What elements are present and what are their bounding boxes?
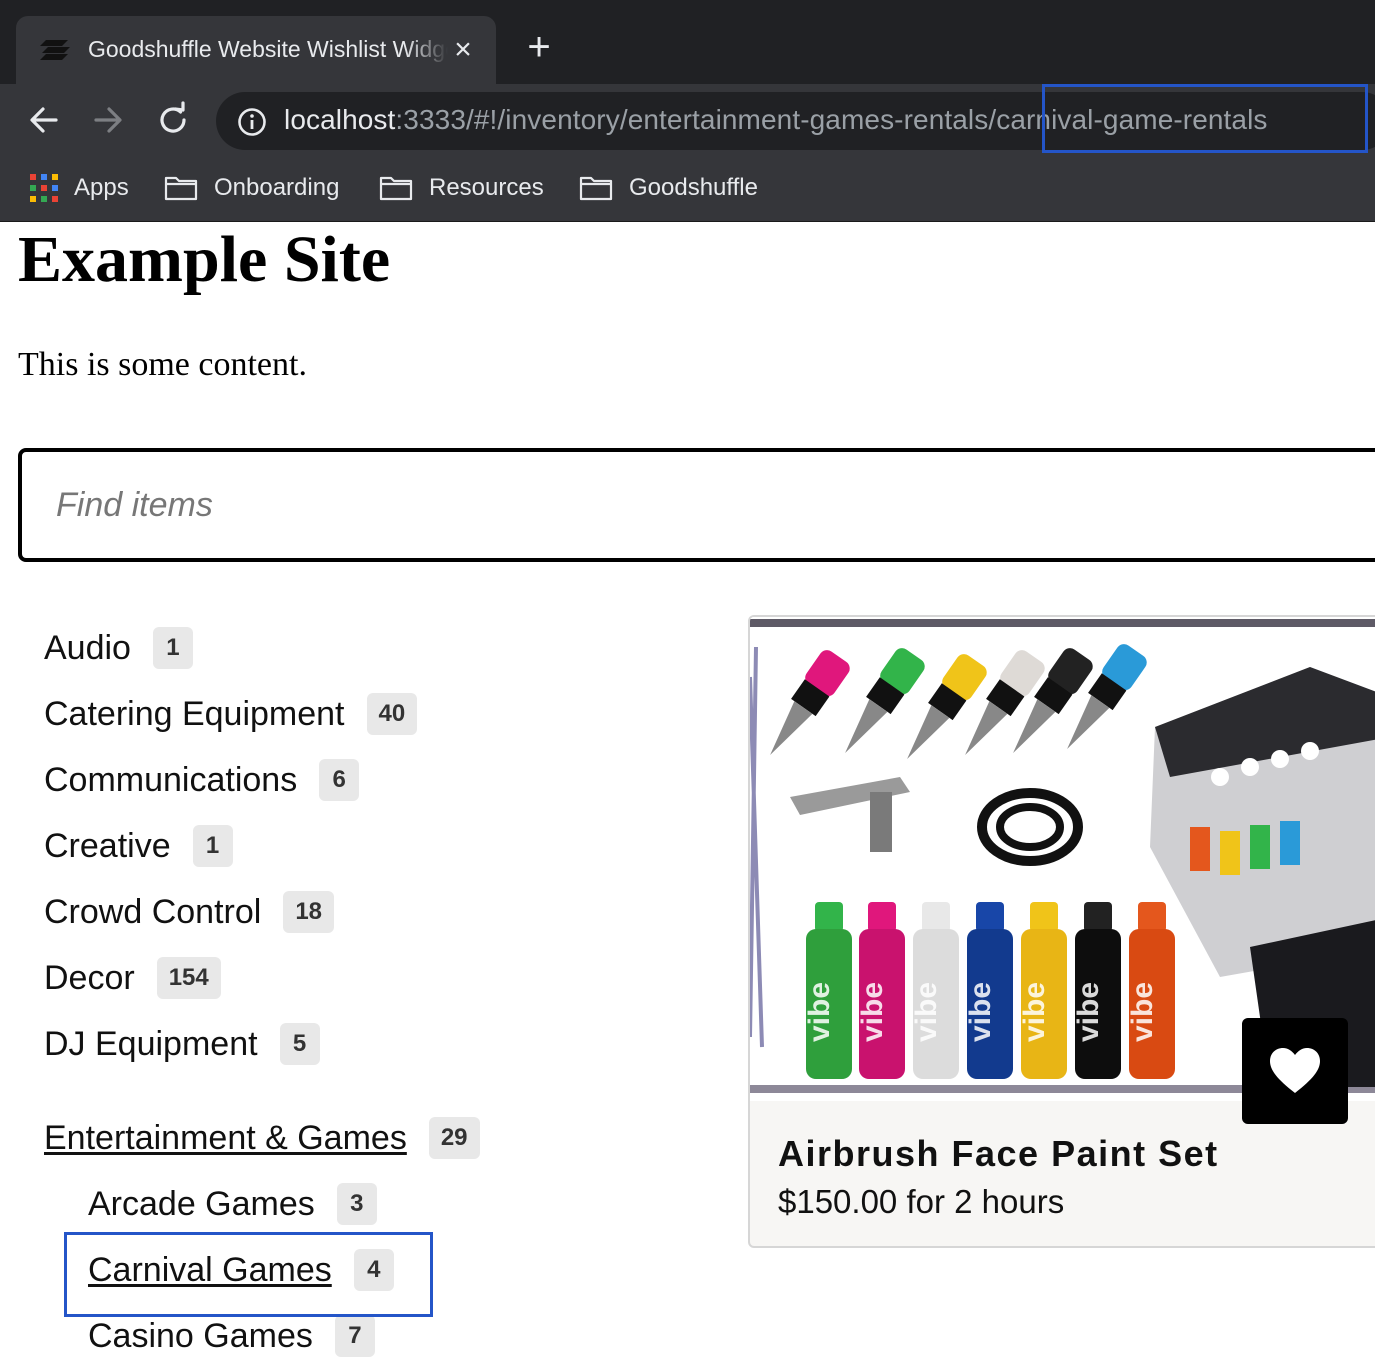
bottle-label: vibe xyxy=(1126,982,1159,1042)
category-audio[interactable]: Audio 1 xyxy=(44,624,193,672)
folder-icon xyxy=(379,176,413,201)
bookmarks-bar: Apps Onboarding Resources Goodshuffle xyxy=(0,156,1375,222)
category-creative[interactable]: Creative 1 xyxy=(44,822,233,870)
count-badge: 1 xyxy=(152,627,193,669)
search-box xyxy=(18,448,1375,562)
bottle-label: vibe xyxy=(1072,982,1105,1042)
tab-close-icon[interactable]: × xyxy=(448,35,478,66)
category-crowd-control[interactable]: Crowd Control 18 xyxy=(44,888,335,936)
product-card[interactable]: vibe vibe vibe vibe vibe vibe vibe Airbrush Fa… xyxy=(748,615,1375,1248)
folder-icon xyxy=(164,176,198,201)
category-label: Communications xyxy=(44,760,298,799)
category-highlight-box xyxy=(64,1232,433,1317)
bookmark-resources[interactable]: Resources xyxy=(379,172,544,204)
new-tab-button[interactable]: + xyxy=(522,27,556,67)
bookmark-label: Onboarding xyxy=(214,174,340,201)
search-input[interactable] xyxy=(56,452,1256,558)
count-badge: 7 xyxy=(334,1315,375,1357)
category-label: Entertainment & Games xyxy=(44,1118,407,1157)
count-badge: 18 xyxy=(283,891,335,933)
folder-icon xyxy=(579,176,613,201)
site-info-icon[interactable] xyxy=(236,106,268,138)
forward-arrow-icon[interactable] xyxy=(88,100,128,140)
category-decor[interactable]: Decor 154 xyxy=(44,954,221,1002)
bookmark-label: Goodshuffle xyxy=(629,174,758,201)
category-label: DJ Equipment xyxy=(44,1024,258,1063)
bookmark-apps[interactable]: Apps xyxy=(30,172,129,204)
heart-icon xyxy=(1270,1048,1320,1093)
bottle-label: vibe xyxy=(803,982,836,1042)
url-host: localhost xyxy=(284,104,396,135)
count-badge: 29 xyxy=(428,1117,480,1159)
bottle-label: vibe xyxy=(964,982,997,1042)
back-arrow-icon[interactable] xyxy=(24,100,64,140)
category-label: Casino Games xyxy=(88,1316,313,1355)
product-name[interactable]: Airbrush Face Paint Set xyxy=(778,1133,1219,1175)
subcategory-casino-games[interactable]: Casino Games 7 xyxy=(88,1312,375,1357)
category-label: Creative xyxy=(44,826,171,865)
bookmark-goodshuffle[interactable]: Goodshuffle xyxy=(579,172,758,204)
browser-tab[interactable]: Goodshuffle Website Wishlist Widget × xyxy=(16,16,496,84)
category-entertainment-games[interactable]: Entertainment & Games 29 xyxy=(44,1114,480,1162)
category-dj-equipment[interactable]: DJ Equipment 5 xyxy=(44,1020,320,1068)
bookmark-label: Apps xyxy=(74,174,129,201)
count-badge: 6 xyxy=(319,759,360,801)
category-catering-equipment[interactable]: Catering Equipment 40 xyxy=(44,690,418,738)
bookmark-label: Resources xyxy=(429,174,544,201)
count-badge: 3 xyxy=(336,1183,377,1225)
browser-tab-strip: Goodshuffle Website Wishlist Widget × + xyxy=(0,0,1375,84)
reload-icon[interactable] xyxy=(153,100,193,140)
tab-title: Goodshuffle Website Wishlist Widget xyxy=(88,36,448,62)
subcategory-arcade-games[interactable]: Arcade Games 3 xyxy=(88,1180,377,1228)
bottle-label: vibe xyxy=(1018,982,1051,1042)
bottle-label: vibe xyxy=(910,982,943,1042)
product-price: $150.00 for 2 hours xyxy=(778,1183,1065,1220)
url-highlight-box xyxy=(1042,84,1368,153)
page-content-text: This is some content. xyxy=(18,346,307,383)
bookmark-onboarding[interactable]: Onboarding xyxy=(164,172,339,204)
category-label: Arcade Games xyxy=(88,1184,315,1223)
category-label: Audio xyxy=(44,628,131,667)
count-badge: 40 xyxy=(366,693,418,735)
category-label: Decor xyxy=(44,958,135,997)
page-title: Example Site xyxy=(18,223,391,296)
category-communications[interactable]: Communications 6 xyxy=(44,756,360,804)
count-badge: 5 xyxy=(279,1023,320,1065)
goodshuffle-favicon-icon xyxy=(40,40,70,60)
count-badge: 1 xyxy=(192,825,233,867)
category-label: Crowd Control xyxy=(44,892,262,931)
apps-grid-icon xyxy=(30,174,58,202)
bottle-label: vibe xyxy=(856,982,889,1042)
wishlist-heart-button[interactable] xyxy=(1242,1018,1348,1124)
category-label: Catering Equipment xyxy=(44,694,345,733)
count-badge: 154 xyxy=(156,957,221,999)
